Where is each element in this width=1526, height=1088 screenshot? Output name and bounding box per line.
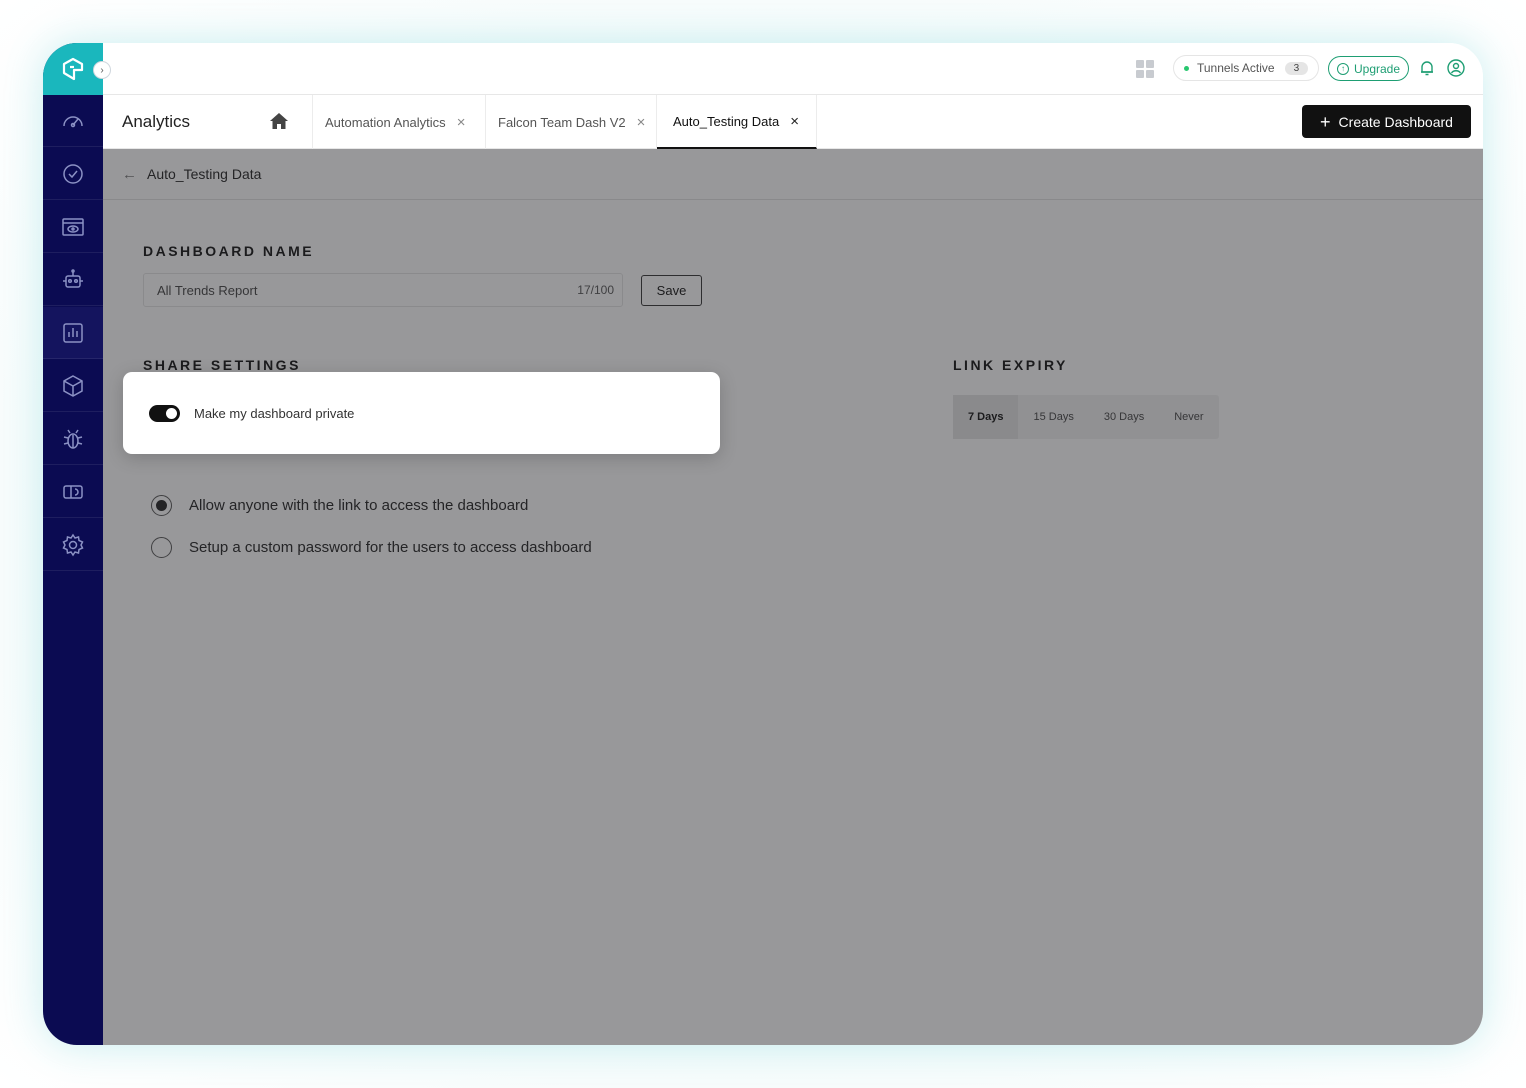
visual-eye-icon [62, 217, 84, 236]
analytics-section-title: Analytics [103, 95, 313, 149]
sidebar-item-settings[interactable] [43, 519, 103, 571]
notification-bell-icon[interactable] [1418, 59, 1436, 77]
tunnels-label: Tunnels Active [1197, 61, 1275, 75]
close-icon[interactable]: × [790, 113, 799, 130]
private-toggle-switch[interactable] [149, 404, 180, 422]
package-box-icon [63, 374, 83, 397]
top-bar: Tunnels Active 3 ↑ Upgrade [103, 43, 1483, 95]
sidebar-item-bugs[interactable] [43, 413, 103, 465]
plus-icon: + [1320, 111, 1331, 132]
tunnels-count-badge: 3 [1284, 61, 1309, 75]
analytics-chart-icon [63, 322, 83, 343]
realtime-clock-icon [63, 163, 83, 184]
tunnels-status[interactable]: Tunnels Active 3 [1173, 55, 1319, 81]
sidebar-item-package[interactable] [43, 360, 103, 412]
create-dashboard-label: Create Dashboard [1338, 113, 1453, 130]
tab-label: Automation Analytics [325, 114, 446, 130]
tab-automation-analytics[interactable]: Automation Analytics × [313, 95, 486, 149]
modal-backdrop[interactable] [103, 149, 1483, 1045]
sidebar [43, 43, 103, 1045]
close-icon[interactable]: × [457, 114, 466, 131]
sidebar-item-analytics[interactable] [43, 307, 103, 359]
tab-falcon-team-dash[interactable]: Falcon Team Dash V2 × [486, 95, 657, 149]
settings-gear-icon [62, 533, 84, 556]
bug-icon [63, 429, 83, 449]
sidebar-item-realtime[interactable] [43, 148, 103, 200]
sidebar-toggle-button[interactable]: › [93, 61, 111, 79]
user-profile-icon[interactable] [1447, 59, 1465, 77]
create-dashboard-button[interactable]: + Create Dashboard [1302, 105, 1471, 138]
tab-auto-testing-data[interactable]: Auto_Testing Data × [657, 95, 817, 149]
close-icon[interactable]: × [637, 114, 646, 131]
sidebar-item-visual[interactable] [43, 201, 103, 253]
private-toggle-label: Make my dashboard private [194, 405, 355, 421]
upgrade-label: Upgrade [1353, 61, 1401, 76]
upgrade-arrow-icon: ↑ [1336, 62, 1349, 75]
sidebar-item-dashboard[interactable] [43, 95, 103, 147]
tab-bar: Analytics Automation Analytics × Falcon … [103, 95, 1483, 149]
sidebar-item-compare[interactable] [43, 466, 103, 518]
upgrade-button[interactable]: ↑ Upgrade [1328, 56, 1409, 81]
tab-label: Auto_Testing Data [673, 113, 780, 129]
analytics-label: Analytics [122, 112, 191, 131]
app-window: › Tunnels Active 3 ↑ Upgrade Analytics A… [43, 43, 1483, 1045]
tab-label: Falcon Team Dash V2 [498, 114, 626, 130]
sidebar-item-automation[interactable] [43, 254, 103, 306]
apps-grid-icon[interactable] [1136, 60, 1154, 78]
comparison-icon [63, 484, 83, 499]
home-icon[interactable] [269, 112, 289, 130]
automation-robot-icon [63, 268, 83, 288]
private-toggle-popup: Make my dashboard private [123, 372, 720, 454]
chevron-right-icon: › [100, 64, 104, 76]
status-dot-icon [1184, 65, 1189, 71]
dashboard-gauge-icon [63, 115, 83, 127]
